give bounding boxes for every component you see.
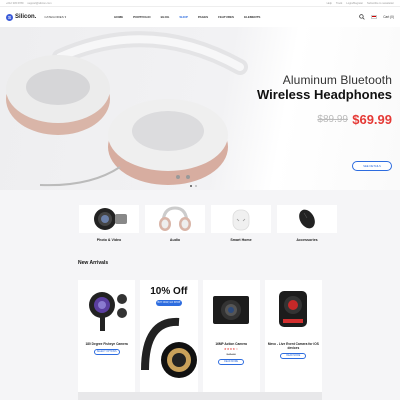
category-audio[interactable]: Audio — [144, 205, 206, 245]
hero-banner: Aluminum Bluetooth Wireless Headphones $… — [0, 27, 400, 190]
product-old-price: $25.00 — [226, 352, 236, 356]
contact-info: +012 345 6789 support@silicon.com — [6, 2, 52, 5]
top-links: Help Track Login/Register Subscribe to n… — [327, 2, 394, 5]
category-label: Photo & Video — [96, 238, 122, 242]
product-name[interactable]: Mevo - Live Event Camera for iOS devices — [265, 342, 322, 350]
product-image — [203, 280, 260, 340]
product-grid: 180 Degree Fisheye Camera SELECT OPTIONS… — [78, 280, 322, 392]
phone-text: +012 345 6789 — [6, 1, 24, 5]
nav-home[interactable]: HOME — [114, 15, 123, 19]
categories-dropdown[interactable]: CATEGORIES ▾ — [44, 15, 66, 19]
nav-features[interactable]: FEATURES — [218, 15, 234, 19]
rating-stars: ★★★★☆ — [223, 347, 239, 351]
cart-link[interactable]: Cart (0) — [383, 15, 394, 19]
category-smart-home[interactable]: Smart Home — [210, 205, 272, 245]
category-image — [79, 205, 139, 233]
logo-text: Silicon. — [15, 14, 37, 20]
logo-mark: S — [6, 13, 13, 21]
product-card[interactable]: 16MP Action Camera ★★★★☆ $25.00 READ MOR… — [202, 280, 260, 392]
headphones-hero-image — [6, 31, 248, 187]
search-icon[interactable] — [359, 14, 365, 20]
category-image — [277, 205, 337, 233]
nav-shop[interactable]: SHOP — [179, 15, 188, 19]
category-photo-video[interactable]: Photo & Video — [78, 205, 140, 245]
header-actions: Cart (0) — [359, 14, 394, 20]
slider-dot-1[interactable] — [190, 185, 192, 187]
main-nav: HOME PORTFOLIO BLOG SHOP PAGES FEATURES … — [114, 15, 260, 19]
nav-pages[interactable]: PAGES — [198, 15, 208, 19]
headphones-icon — [159, 206, 191, 231]
category-label: Smart Home — [230, 238, 252, 242]
hero-new-price: $69.99 — [352, 112, 392, 127]
page: +012 345 6789 support@silicon.com Help T… — [0, 0, 400, 400]
fisheye-lens-icon — [88, 292, 127, 331]
top-link-track[interactable]: Track — [336, 2, 342, 5]
category-image — [145, 205, 205, 233]
nav-blog[interactable]: BLOG — [161, 15, 170, 19]
logo[interactable]: S Silicon. — [6, 13, 37, 21]
promo-card[interactable]: 10% Off BUY NOW, GO SHOP — [140, 280, 198, 392]
product-image — [78, 280, 135, 340]
category-label: Audio — [169, 238, 181, 242]
hero-see-details-button[interactable]: SEE DETAILS — [352, 161, 392, 171]
product-card[interactable]: Mevo - Live Event Camera for iOS devices… — [264, 280, 322, 392]
smart-speaker-icon — [232, 209, 250, 231]
mouse-icon — [299, 209, 315, 229]
new-arrivals-heading: New Arrivals — [78, 260, 109, 266]
top-link-login[interactable]: Login/Register — [346, 2, 363, 5]
promo-headphones-image — [140, 317, 197, 378]
hero-title-line1: Aluminum Bluetooth — [282, 73, 392, 87]
category-row: Photo & Video Audio Smart Home Accessori… — [78, 205, 338, 245]
nav-portfolio[interactable]: PORTFOLIO — [133, 15, 151, 19]
select-options-button[interactable]: SELECT OPTIONS — [93, 349, 120, 355]
category-label: Accessories — [296, 238, 318, 242]
product-card[interactable]: 180 Degree Fisheye Camera SELECT OPTIONS — [78, 280, 136, 392]
slider-dot-2[interactable] — [195, 185, 197, 187]
product-name[interactable]: 16MP Action Camera — [212, 342, 250, 346]
action-camera-icon — [213, 296, 250, 324]
top-bar: +012 345 6789 support@silicon.com Help T… — [0, 0, 400, 7]
promo-shop-button[interactable]: BUY NOW, GO SHOP — [155, 300, 182, 306]
event-camera-icon — [279, 291, 308, 327]
language-flag-icon[interactable] — [371, 15, 378, 19]
hero-old-price: $89.99 — [317, 114, 348, 125]
camera-lens-icon — [94, 208, 127, 230]
top-link-newsletter[interactable]: Subscribe to newsletter — [367, 2, 394, 5]
slider-dots — [190, 185, 197, 187]
category-image — [211, 205, 271, 233]
read-more-button[interactable]: READ MORE — [280, 353, 307, 359]
main-header: S Silicon. CATEGORIES ▾ HOME PORTFOLIO B… — [0, 7, 400, 27]
read-more-button[interactable]: READ MORE — [218, 359, 245, 365]
product-name[interactable]: 180 Degree Fisheye Camera — [82, 342, 130, 346]
top-link-help[interactable]: Help — [327, 2, 332, 5]
email-link[interactable]: support@silicon.com — [27, 2, 51, 5]
next-section-strip — [78, 392, 322, 400]
hero-title-line2: Wireless Headphones — [257, 87, 392, 102]
product-image — [265, 280, 322, 340]
category-accessories[interactable]: Accessories — [276, 205, 338, 245]
promo-title: 10% Off — [150, 286, 188, 297]
nav-elements[interactable]: ELEMENTS — [244, 15, 260, 19]
